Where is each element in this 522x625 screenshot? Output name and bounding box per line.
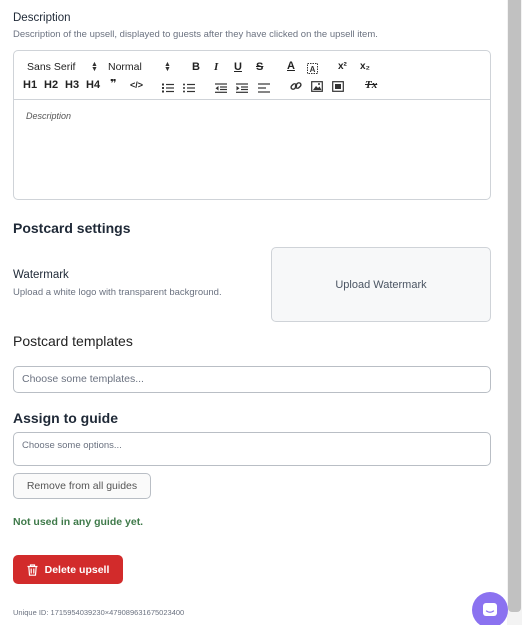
- bold-button[interactable]: B: [192, 60, 200, 74]
- page-scrollbar[interactable]: [507, 0, 522, 625]
- description-placeholder[interactable]: Description: [26, 111, 71, 121]
- font-size-select[interactable]: Normal: [108, 60, 142, 74]
- delete-upsell-label: Delete upsell: [44, 563, 110, 576]
- strike-button[interactable]: S: [256, 60, 263, 74]
- font-family-select[interactable]: Sans Serif: [27, 60, 75, 74]
- assign-to-guide-title: Assign to guide: [13, 410, 118, 426]
- ordered-list-icon[interactable]: [162, 80, 174, 98]
- image-icon[interactable]: [311, 79, 323, 97]
- svg-text:A: A: [310, 65, 316, 74]
- text-color-button[interactable]: A: [287, 59, 295, 73]
- clean-format-button[interactable]: Tx: [365, 78, 377, 92]
- blockquote-button[interactable]: ❞: [110, 77, 116, 91]
- h3-button[interactable]: H3: [65, 78, 79, 92]
- trash-icon: [27, 563, 38, 576]
- editor-toolbar: Sans Serif ▲ ▼ Normal ▲ ▼ B I U S A A x² x…: [14, 51, 490, 100]
- guide-status-text: Not used in any guide yet.: [13, 516, 144, 528]
- watermark-label: Watermark: [13, 269, 69, 281]
- watermark-help: Upload a white logo with transparent bac…: [13, 287, 222, 298]
- underline-button[interactable]: U: [234, 60, 242, 74]
- description-help: Description of the upsell, displayed to …: [13, 29, 378, 40]
- remove-from-all-guides-button[interactable]: Remove from all guides: [13, 473, 151, 499]
- font-family-arrows-icon: ▲ ▼: [91, 61, 98, 73]
- unique-id: Unique ID: 1715954039230×479089631675023…: [13, 608, 185, 617]
- italic-button[interactable]: I: [214, 60, 218, 74]
- description-label: Description: [13, 12, 71, 24]
- chat-icon: [482, 602, 498, 618]
- chat-launcher-button[interactable]: [472, 592, 508, 625]
- postcard-settings-title: Postcard settings: [13, 220, 131, 236]
- superscript-button[interactable]: x²: [338, 60, 347, 74]
- h2-button[interactable]: H2: [44, 78, 58, 92]
- postcard-templates-title: Postcard templates: [13, 333, 133, 349]
- outdent-icon[interactable]: [215, 80, 227, 98]
- background-color-icon[interactable]: A: [307, 61, 318, 74]
- indent-icon[interactable]: [236, 80, 248, 98]
- description-editor: Sans Serif ▲ ▼ Normal ▲ ▼ B I U S A A x² x…: [13, 50, 491, 200]
- align-icon[interactable]: [258, 80, 270, 98]
- font-size-arrows-icon: ▲ ▼: [164, 61, 171, 73]
- templates-select[interactable]: Choose some templates...: [13, 366, 491, 393]
- h4-button[interactable]: H4: [86, 78, 100, 92]
- bullet-list-icon[interactable]: [183, 80, 195, 98]
- delete-upsell-button[interactable]: Delete upsell: [13, 555, 123, 584]
- link-icon[interactable]: [290, 79, 302, 97]
- code-button[interactable]: </>: [130, 78, 143, 92]
- subscript-button[interactable]: x₂: [360, 60, 370, 74]
- upload-watermark-button[interactable]: Upload Watermark: [271, 247, 491, 322]
- scrollbar-thumb[interactable]: [508, 0, 521, 612]
- h1-button[interactable]: H1: [23, 78, 37, 92]
- video-icon[interactable]: [332, 79, 344, 97]
- guide-options-select[interactable]: Choose some options...: [13, 432, 491, 466]
